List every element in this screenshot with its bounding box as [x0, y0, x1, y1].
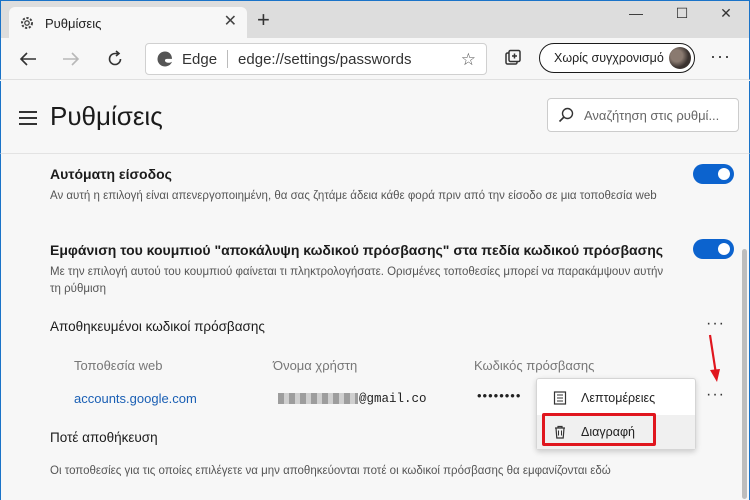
list-icon	[553, 391, 567, 405]
saved-password: ••••••••	[477, 388, 522, 403]
delete-highlight-annotation	[542, 413, 656, 446]
search-placeholder: Αναζήτηση στις ρυθμί...	[584, 107, 720, 123]
page-title: Ρυθμίσεις	[50, 101, 163, 131]
minimize-button[interactable]: —	[621, 5, 651, 21]
search-icon	[558, 107, 574, 123]
sync-label: Χωρίς συγχρονισμό	[554, 51, 664, 65]
toggle-knob	[718, 243, 730, 255]
forward-button[interactable]	[58, 46, 84, 72]
saved-passwords-more-button[interactable]: ···	[706, 315, 725, 333]
browser-brand-label: Edge	[182, 50, 218, 68]
username-suffix: @gmail.co	[359, 392, 427, 406]
forward-arrow-icon	[63, 52, 80, 66]
gear-icon	[21, 17, 33, 29]
browser-toolbar: Edge edge://settings/passwords ☆ Χωρίς σ…	[0, 38, 750, 80]
autosignin-toggle[interactable]	[693, 164, 734, 184]
settings-search-input[interactable]: Αναζήτηση στις ρυθμί...	[547, 98, 739, 132]
column-header-username: Όνομα χρήστη	[273, 358, 358, 373]
saved-passwords-title: Αποθηκευμένοι κωδικοί πρόσβασης	[50, 319, 265, 334]
reveal-button-description: Με την επιλογή αυτού του κουμπιού φαίνετ…	[50, 266, 664, 295]
autosignin-description: Αν αυτή η επιλογή είναι απενεργοποιημένη…	[50, 190, 657, 202]
never-save-description: Οι τοποθεσίες για τις οποίες επιλέγετε ν…	[50, 465, 611, 477]
details-menu-item[interactable]: Λεπτομέρειες	[537, 381, 695, 415]
reveal-button-toggle[interactable]	[693, 239, 734, 259]
address-bar[interactable]: Edge edge://settings/passwords ☆	[145, 43, 487, 75]
back-arrow-icon	[19, 52, 36, 66]
scrollbar[interactable]	[742, 249, 747, 499]
url-text[interactable]: edge://settings/passwords	[238, 51, 411, 68]
column-header-site: Τοποθεσία web	[74, 358, 163, 373]
redacted-username-part	[278, 393, 358, 405]
address-separator	[227, 50, 229, 68]
sync-profile-button[interactable]: Χωρίς συγχρονισμό	[539, 43, 695, 73]
refresh-button[interactable]	[102, 46, 128, 72]
column-header-password: Κωδικός πρόσβασης	[474, 358, 595, 373]
more-options-button[interactable]: ···	[710, 46, 731, 67]
tab-close-icon[interactable]: ✕	[224, 14, 237, 30]
red-arrow-annotation	[708, 334, 720, 382]
settings-content: Αυτόματη είσοδος Αν αυτή η επιλογή είναι…	[0, 153, 750, 500]
maximize-button[interactable]: ☐	[667, 5, 697, 22]
avatar	[669, 47, 691, 69]
tab-settings[interactable]: Ρυθμίσεις ✕	[9, 7, 247, 39]
back-button[interactable]	[15, 46, 41, 72]
refresh-icon	[108, 50, 122, 66]
new-tab-button[interactable]: +	[257, 9, 270, 31]
hamburger-menu-icon[interactable]	[19, 111, 37, 125]
tab-title: Ρυθμίσεις	[45, 15, 102, 31]
close-window-button[interactable]: ✕	[711, 5, 741, 22]
autosignin-title: Αυτόματη είσοδος	[50, 166, 172, 182]
saved-username: @gmail.co	[278, 392, 427, 406]
collections-icon[interactable]	[504, 49, 522, 67]
toggle-knob	[718, 168, 730, 180]
never-save-title: Ποτέ αποθήκευση	[50, 430, 158, 445]
row-more-actions-button[interactable]: ···	[706, 386, 725, 404]
reveal-button-title: Εμφάνιση του κουμπιού "αποκάλυψη κωδικού…	[50, 242, 664, 258]
details-label: Λεπτομέρειες	[581, 391, 656, 405]
title-bar: Ρυθμίσεις ✕ + — ☐ ✕	[0, 0, 750, 39]
favorite-star-icon[interactable]: ☆	[461, 50, 476, 70]
saved-site-link[interactable]: accounts.google.com	[74, 391, 197, 406]
settings-header: Ρυθμίσεις Αναζήτηση στις ρυθμί...	[0, 81, 750, 153]
edge-logo-icon	[157, 51, 172, 67]
